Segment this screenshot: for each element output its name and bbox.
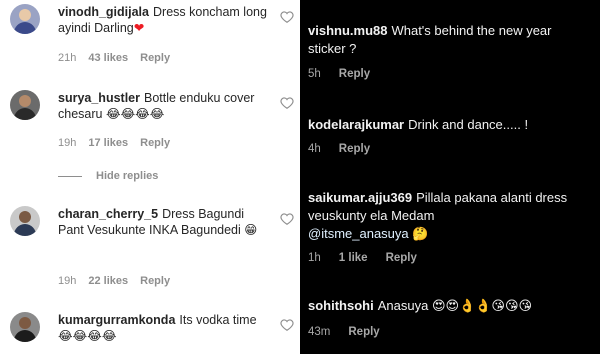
reply-button[interactable]: Reply xyxy=(386,252,417,264)
comment-time: 19h xyxy=(58,137,77,149)
comment-time: 5h xyxy=(308,68,321,80)
comment-likes[interactable]: 1 like xyxy=(339,252,368,264)
reply-button[interactable]: Reply xyxy=(140,137,170,149)
hide-replies-label: Hide replies xyxy=(96,170,159,182)
comment-username[interactable]: vinodh_gidijala xyxy=(58,5,149,19)
avatar[interactable] xyxy=(10,90,40,120)
comment-time: 1h xyxy=(308,252,321,264)
comment-likes[interactable]: 43 likes xyxy=(88,52,128,64)
comment-username[interactable]: vishnu.mu88 xyxy=(308,23,387,38)
comment-time: 19h xyxy=(58,275,77,287)
comment-body: Drink and dance..... ! xyxy=(408,117,529,132)
heart-emoji: ❤ xyxy=(133,21,145,35)
comment-meta: 21h 43 likes Reply xyxy=(58,52,182,64)
like-heart-icon[interactable] xyxy=(280,10,294,24)
comment-time: 4h xyxy=(308,143,321,155)
like-heart-icon[interactable] xyxy=(280,318,294,332)
comment-username[interactable]: surya_hustler xyxy=(58,91,140,105)
reply-button[interactable]: Reply xyxy=(339,143,370,155)
comment-text: sohithsohi Anasuya 😍😍👌👌😘😘😘 xyxy=(308,297,588,315)
comment-text: saikumar.ajju369 Pillala pakana alanti dr… xyxy=(308,189,588,243)
comment-body: Its vodka time xyxy=(179,313,257,327)
thinking-emoji: 🤔 xyxy=(412,226,429,241)
laughing-emoji: 😂😂😂😂 xyxy=(58,329,117,343)
comment-body: Anasuya xyxy=(377,298,429,313)
comment-meta: 19h 17 likes Reply xyxy=(58,137,182,149)
comment-time: 21h xyxy=(58,52,77,64)
like-heart-icon[interactable] xyxy=(280,96,294,110)
comment-likes[interactable]: 17 likes xyxy=(88,137,128,149)
comment-time: 43m xyxy=(308,326,331,338)
laughing-emoji: 😂😂😂😂 xyxy=(105,107,165,121)
avatar[interactable] xyxy=(10,312,40,342)
hide-replies-button[interactable]: Hide replies xyxy=(58,170,158,182)
comment-text: charan_cherry_5 Dress Bagundi Pant Vesuku… xyxy=(58,206,273,238)
comment-username[interactable]: saikumar.ajju369 xyxy=(308,190,412,205)
like-heart-icon[interactable] xyxy=(280,212,294,226)
avatar[interactable] xyxy=(10,4,40,34)
left-comments-panel: vinodh_gidijala Dress koncham long ayindi… xyxy=(0,0,300,354)
mention-link[interactable]: @itsme_anasuya xyxy=(308,226,409,241)
comment-meta: 19h 22 likes Reply xyxy=(58,275,182,287)
grinning-emoji: 😁 xyxy=(244,223,258,237)
comment-text: vinodh_gidijala Dress koncham long ayindi… xyxy=(58,4,273,36)
comment-text: kumargurramkonda Its vodka time 😂😂😂😂 xyxy=(58,312,273,344)
comment-username[interactable]: charan_cherry_5 xyxy=(58,207,158,221)
comment-meta: 1h 1 like Reply xyxy=(308,252,435,264)
reply-button[interactable]: Reply xyxy=(140,52,170,64)
comment-meta: 43m Reply xyxy=(308,326,398,338)
comment-likes[interactable]: 22 likes xyxy=(88,275,128,287)
avatar[interactable] xyxy=(10,206,40,236)
reply-button[interactable]: Reply xyxy=(339,68,370,80)
comment-text: vishnu.mu88 What's behind the new year st… xyxy=(308,22,588,58)
divider xyxy=(58,175,82,177)
right-comments-panel: vishnu.mu88 What's behind the new year st… xyxy=(300,0,600,354)
reply-button[interactable]: Reply xyxy=(348,326,379,338)
comment-text: kodelarajkumar Drink and dance..... ! xyxy=(308,116,588,134)
comment-username[interactable]: kodelarajkumar xyxy=(308,117,404,132)
comment-meta: 5h Reply xyxy=(308,68,388,80)
reply-button[interactable]: Reply xyxy=(140,275,170,287)
emoji-sequence: 😍😍👌👌😘😘😘 xyxy=(431,298,533,313)
comment-meta: 4h Reply xyxy=(308,143,388,155)
comment-text: surya_hustler Bottle enduku cover chesaru… xyxy=(58,90,273,122)
comment-username[interactable]: kumargurramkonda xyxy=(58,313,175,327)
comment-username[interactable]: sohithsohi xyxy=(308,298,374,313)
